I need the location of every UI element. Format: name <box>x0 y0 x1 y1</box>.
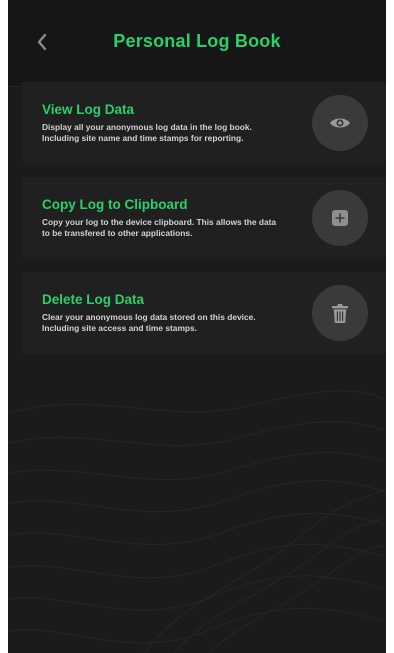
trash-icon <box>332 303 348 323</box>
delete-log-button[interactable] <box>312 285 368 341</box>
view-log-data-item[interactable]: View Log Data Display all your anonymous… <box>22 82 386 164</box>
delete-log-title: Delete Log Data <box>42 292 145 307</box>
log-book-screen: Personal Log Book View Log Data Display … <box>8 0 386 653</box>
topographic-background <box>8 390 386 653</box>
copy-log-item[interactable]: Copy Log to Clipboard Copy your log to t… <box>22 177 386 259</box>
copy-log-title: Copy Log to Clipboard <box>42 197 188 212</box>
eye-icon <box>330 118 350 128</box>
copy-log-button[interactable] <box>312 190 368 246</box>
delete-log-description: Clear your anonymous log data stored on … <box>42 312 256 333</box>
app-header: Personal Log Book <box>8 0 386 87</box>
view-log-data-button[interactable] <box>312 95 368 151</box>
page-title: Personal Log Book <box>113 31 281 51</box>
delete-log-item[interactable]: Delete Log Data Clear your anonymous log… <box>22 272 386 354</box>
plus-square-icon <box>332 210 348 226</box>
copy-log-description: Copy your log to the device clipboard. T… <box>42 217 277 238</box>
view-log-data-description: Display all your anonymous log data in t… <box>42 122 252 143</box>
view-log-data-title: View Log Data <box>42 102 135 117</box>
